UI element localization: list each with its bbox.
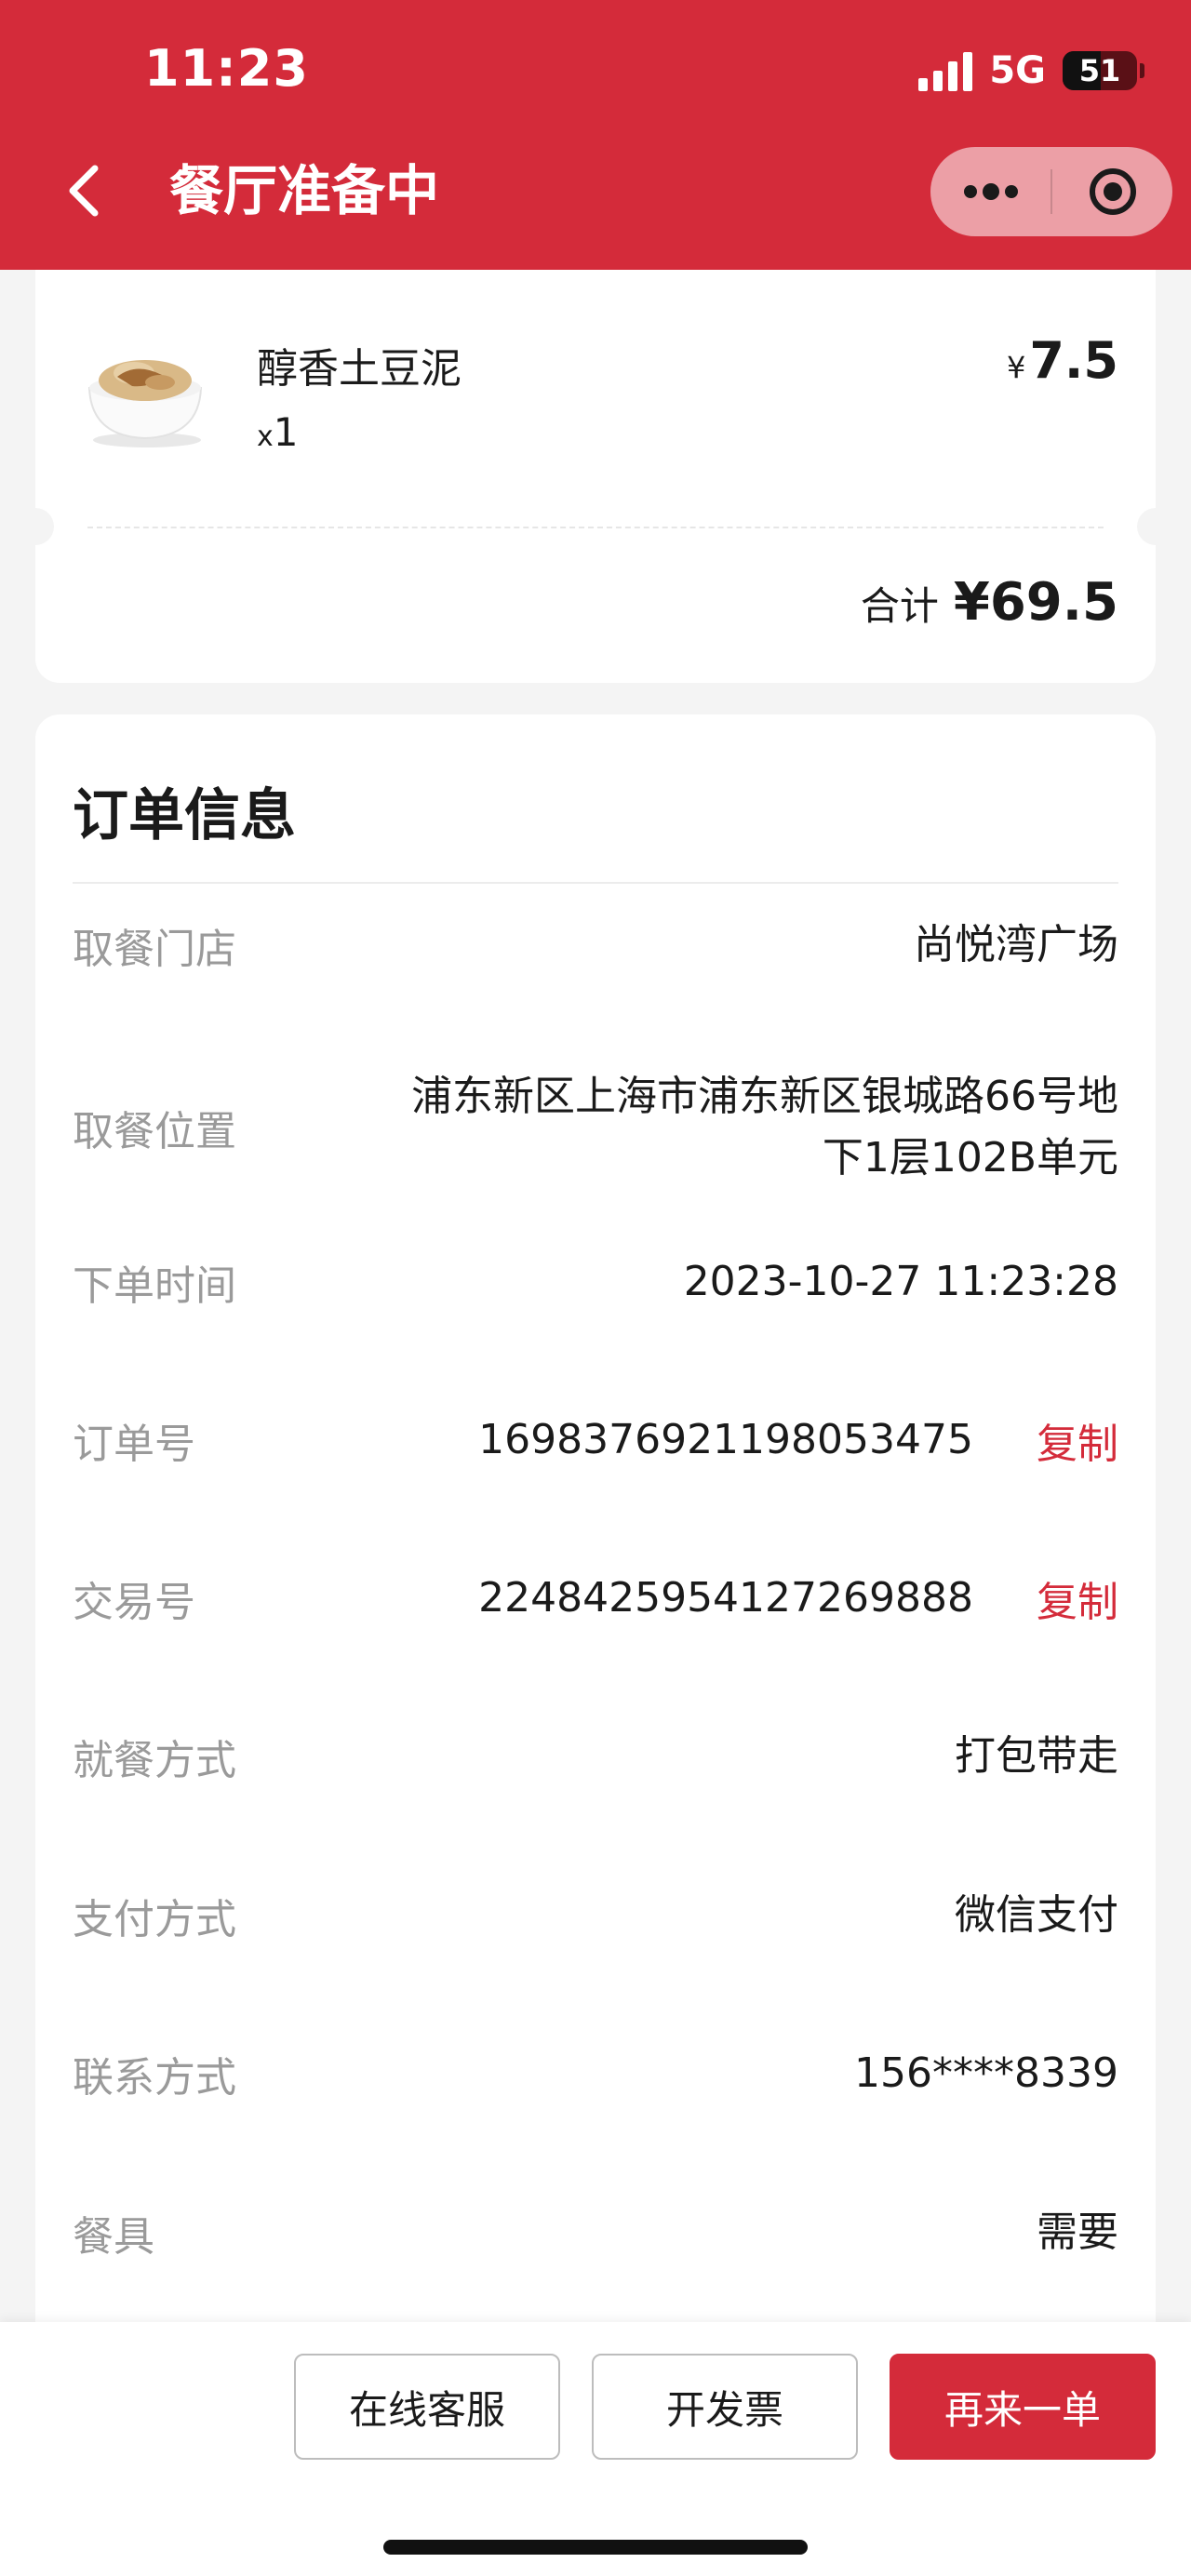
dashed-divider bbox=[87, 527, 1104, 528]
value-group: 1698376921198053475 复制 bbox=[478, 1409, 1118, 1471]
info-row-dining-method: 就餐方式 打包带走 bbox=[73, 1721, 1118, 1792]
price-value: 7.5 bbox=[1029, 331, 1118, 390]
copy-order-number-button[interactable]: 复制 bbox=[1037, 1410, 1118, 1470]
total-value: ¥69.5 bbox=[953, 572, 1118, 633]
info-row-order-number: 订单号 1698376921198053475 复制 bbox=[73, 1405, 1118, 1475]
item-quantity: x1 bbox=[257, 409, 299, 455]
info-row-tableware: 餐具 需要 bbox=[73, 2197, 1118, 2268]
more-button[interactable] bbox=[930, 147, 1050, 236]
ticket-notch-left bbox=[17, 508, 54, 545]
chevron-left-icon bbox=[69, 165, 99, 217]
target-icon bbox=[1089, 168, 1136, 215]
section-divider bbox=[73, 882, 1118, 884]
info-value: 需要 bbox=[1037, 2209, 1118, 2256]
status-time: 11:23 bbox=[144, 39, 309, 98]
info-label: 餐具 bbox=[73, 2213, 154, 2261]
item-name: 醇香土豆泥 bbox=[257, 345, 462, 393]
info-row-contact: 联系方式 156****8339 bbox=[73, 2038, 1118, 2109]
transaction-number: 2248425954127269888 bbox=[478, 1574, 973, 1622]
battery-level: 51 bbox=[1078, 53, 1121, 88]
online-service-button[interactable]: 在线客服 bbox=[294, 2354, 560, 2460]
order-info-card: 订单信息 取餐门店 尚悦湾广场 取餐位置 浦东新区上海市浦东新区银城路66号地 … bbox=[35, 714, 1156, 2352]
page-title: 餐厅准备中 bbox=[169, 159, 440, 222]
value-group: 2248425954127269888 复制 bbox=[478, 1568, 1118, 1629]
info-value: 尚悦湾广场 bbox=[914, 921, 1118, 968]
order-number: 1698376921198053475 bbox=[478, 1416, 973, 1463]
info-label: 联系方式 bbox=[73, 2054, 236, 2102]
info-row-store: 取餐门店 尚悦湾广场 bbox=[73, 910, 1118, 981]
info-row-location: 取餐位置 浦东新区上海市浦东新区银城路66号地 下1层102B单元 bbox=[73, 1062, 1118, 1193]
bottom-action-bar: 在线客服 开发票 再来一单 bbox=[0, 2322, 1191, 2576]
quantity-prefix: x bbox=[257, 420, 274, 453]
miniprogram-capsule bbox=[930, 147, 1172, 236]
section-title: 订单信息 bbox=[73, 783, 296, 848]
info-value: 2023-10-27 11:23:28 bbox=[683, 1258, 1118, 1305]
info-label: 订单号 bbox=[73, 1421, 195, 1468]
ticket-notch-right bbox=[1137, 508, 1174, 545]
info-row-transaction-number: 交易号 2248425954127269888 复制 bbox=[73, 1563, 1118, 1634]
info-label: 取餐位置 bbox=[73, 1108, 236, 1155]
info-label: 下单时间 bbox=[73, 1262, 236, 1310]
info-row-order-time: 下单时间 2023-10-27 11:23:28 bbox=[73, 1247, 1118, 1317]
reorder-button[interactable]: 再来一单 bbox=[890, 2354, 1156, 2460]
close-miniprogram-button[interactable] bbox=[1052, 147, 1172, 236]
back-button[interactable] bbox=[56, 158, 112, 223]
battery-icon: 51 bbox=[1063, 51, 1144, 90]
invoice-button[interactable]: 开发票 bbox=[592, 2354, 858, 2460]
info-label: 交易号 bbox=[73, 1579, 195, 1626]
info-value: 打包带走 bbox=[955, 1732, 1118, 1780]
copy-transaction-number-button[interactable]: 复制 bbox=[1037, 1568, 1118, 1628]
network-label: 5G bbox=[989, 49, 1046, 92]
info-value: 156****8339 bbox=[854, 2049, 1118, 2097]
info-label: 取餐门店 bbox=[73, 926, 236, 973]
info-label: 支付方式 bbox=[73, 1896, 236, 1943]
order-items-card: 醇香土豆泥 x1 ¥7.5 合计 ¥69.5 bbox=[17, 270, 1174, 683]
info-value: 微信支付 bbox=[955, 1891, 1118, 1939]
item-price: ¥7.5 bbox=[1007, 331, 1118, 390]
info-label: 就餐方式 bbox=[73, 1737, 236, 1784]
quantity-value: 1 bbox=[273, 409, 299, 455]
currency-symbol: ¥ bbox=[1006, 350, 1026, 385]
header-bar: 11:23 5G 51 餐厅准备中 bbox=[0, 0, 1191, 270]
status-indicators: 5G 51 bbox=[918, 45, 1144, 97]
signal-icon bbox=[918, 50, 973, 91]
more-dots-icon bbox=[963, 183, 1018, 200]
address-line-2: 下1层102B单元 bbox=[822, 1134, 1118, 1181]
food-image bbox=[80, 340, 210, 451]
address-line-1: 浦东新区上海市浦东新区银城路66号地 bbox=[411, 1073, 1118, 1120]
total-row: 合计 ¥69.5 bbox=[861, 572, 1118, 633]
info-value: 浦东新区上海市浦东新区银城路66号地 下1层102B单元 bbox=[411, 1066, 1118, 1189]
total-label: 合计 bbox=[860, 583, 939, 629]
home-indicator[interactable] bbox=[383, 2540, 808, 2555]
info-row-payment-method: 支付方式 微信支付 bbox=[73, 1880, 1118, 1951]
